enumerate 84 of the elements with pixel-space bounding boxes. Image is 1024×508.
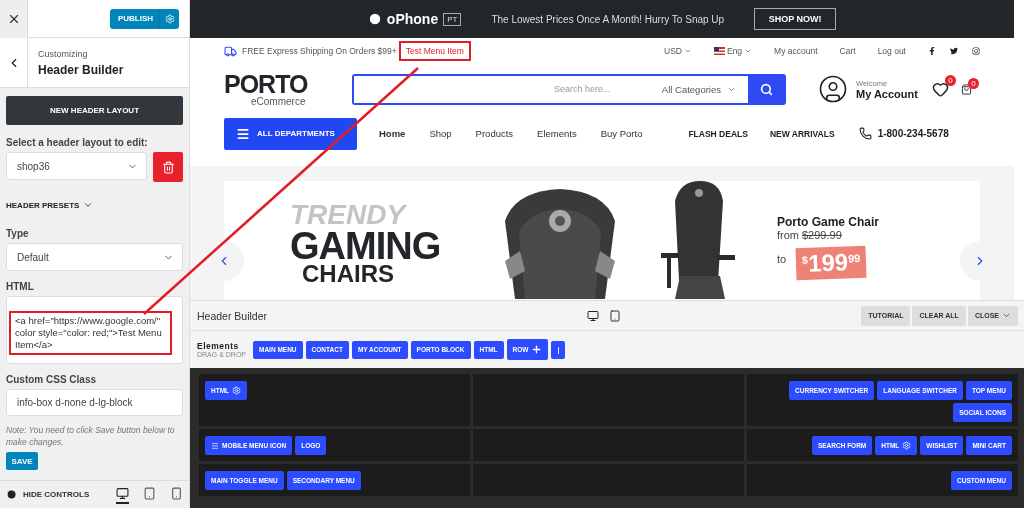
trash-icon [161,160,175,174]
test-menu-link[interactable]: Test Menu Item [401,44,468,58]
chevron-down-icon [683,47,692,55]
gear-icon [902,441,912,450]
search-field[interactable]: Search here... All Categories [352,73,786,105]
html-textarea[interactable]: <a href="https://www.google.com/" color style="color: red;">Test Menu Item</a> [9,311,172,355]
currency-dropdown[interactable]: USD [664,46,692,56]
note-text: Note: You need to click Save button below to make changes. [6,424,176,448]
facebook-icon [928,47,936,55]
plus-icon [531,344,543,355]
price-label: to [777,253,787,265]
bag-icon [960,83,972,95]
phone-icon [858,127,872,140]
breadcrumb-label: Customizing [38,48,89,59]
truck-icon [224,44,237,58]
menu-icon [211,441,219,450]
promo-text: The Lowest Prices Once A Month! Hurry To Snap Up [491,13,725,25]
nav-link[interactable]: NEW ARRIVALS [769,128,835,139]
save-button[interactable]: SAVE [6,452,38,470]
delete-button[interactable] [153,152,183,182]
shop-now-button[interactable]: SHOP NOW! [754,8,837,30]
logo-subtitle: eCommerce [251,95,307,107]
type-select[interactable]: Default [6,243,183,271]
layout-select[interactable]: shop36 [6,152,147,180]
menu-icon [236,126,250,141]
instagram-icon [972,47,980,55]
nav-link[interactable]: Buy Porto [600,128,643,139]
field-label: Select a header layout to edit: [6,137,149,148]
chevron-down-icon [744,47,753,55]
phone-number: 1-800-234-5678 [877,128,949,139]
banner-title: GAMING [290,229,442,263]
builder-title: Header Builder [197,309,269,322]
nav-link[interactable]: Shop [429,128,452,139]
count-badge: 0 [967,77,979,89]
field-label: HTML [6,281,35,292]
nav-link[interactable]: Products [475,128,514,139]
nav-link[interactable]: Elements [537,128,577,139]
panel-title: Header Builder [38,62,124,77]
new-layout-button[interactable]: NEW HEADER LAYOUT [6,96,183,125]
section-toggle[interactable]: HEADER PRESETS [6,200,80,210]
collapse-icon [6,489,17,500]
nav-link[interactable]: Home [379,128,406,139]
tablet-icon [609,309,621,322]
device-tab[interactable] [116,485,129,504]
gear-icon [232,386,242,395]
nav-link[interactable]: FLASH DEALS [688,128,748,139]
twitter-icon [950,47,958,55]
top-link[interactable]: Cart [839,46,856,56]
css-class-field[interactable]: info-box d-none d-lg-block [6,389,183,416]
old-price: $299.99 [802,229,842,241]
elements-label: Elements [197,341,240,351]
language-dropdown[interactable]: Eng [713,46,753,56]
brand-name: oPhone [386,11,439,27]
account-link[interactable]: My Account [856,87,918,100]
tablet-icon [143,487,156,500]
banner-title: CHAIRS [302,263,395,285]
field-label: Custom CSS Class [6,374,98,385]
desktop-icon [116,487,129,500]
logo[interactable]: PORTO [224,71,352,96]
count-badge: 0 [944,74,956,86]
departments-button[interactable]: ALL DEPARTMENTS [224,117,357,150]
flag-icon [713,47,725,55]
search-button[interactable] [748,75,784,103]
user-icon [818,74,848,104]
desktop-icon [587,309,599,322]
banner-kicker: TRENDY [290,201,408,229]
close-button[interactable] [0,0,28,38]
shipping-text: FREE Express Shipping On Orders $99+ [242,46,397,56]
heart-icon [931,80,949,98]
settings-icon [164,13,175,24]
top-link[interactable]: My account [774,46,818,56]
brand-badge: PT [443,12,462,26]
price-label: from [777,229,799,241]
product-name: Porto Game Chair [777,215,880,229]
chevron-down-icon [1002,311,1011,320]
search-icon [759,82,773,96]
category-dropdown[interactable]: All Categories [649,83,748,95]
logo-icon [367,12,382,26]
chevron-down-icon [83,200,94,210]
top-link[interactable]: Log out [877,46,906,56]
publish-button[interactable]: PUBLISH [109,8,179,29]
field-label: Type [6,228,30,239]
mobile-icon [170,487,183,500]
hide-controls-button[interactable]: HIDE CONTROLS [6,489,90,500]
